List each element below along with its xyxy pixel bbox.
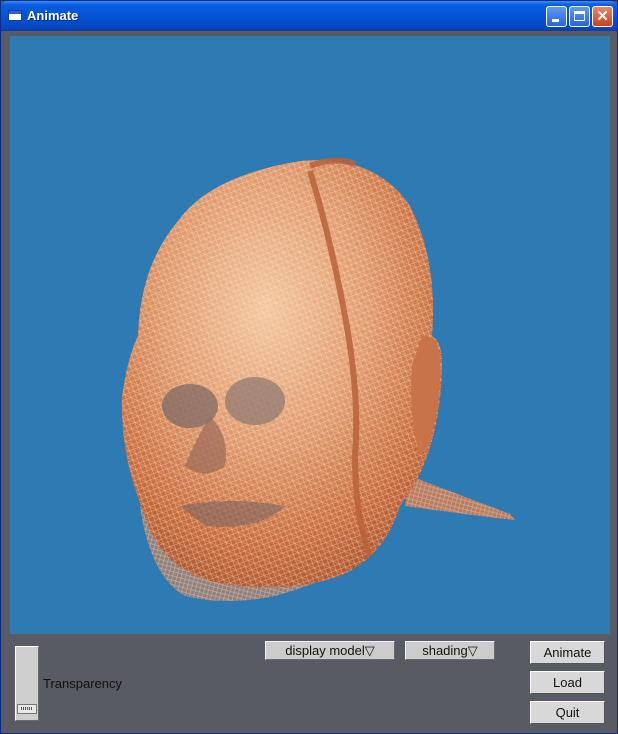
shading-dropdown[interactable]: shading▽ (405, 641, 495, 660)
display-model-dropdown[interactable]: display model▽ (265, 641, 395, 660)
animate-button[interactable]: Animate (530, 641, 605, 664)
close-icon: ✕ (596, 8, 609, 25)
window-title: Animate (27, 8, 79, 23)
transparency-slider[interactable] (15, 646, 39, 721)
shading-label: shading (422, 643, 468, 658)
title-bar[interactable]: Animate ✕ (1, 1, 617, 31)
load-button[interactable]: Load (530, 671, 605, 694)
minimize-button[interactable] (546, 6, 567, 27)
minimize-icon (552, 19, 559, 22)
right-eye-socket (225, 377, 285, 425)
chevron-down-icon: ▽ (364, 643, 375, 658)
app-window: Animate ✕ Transparency display model▽ sh… (0, 0, 618, 734)
head-model-render (121, 157, 515, 601)
maximize-button[interactable] (569, 6, 590, 27)
transparency-label: Transparency (43, 676, 122, 691)
display-model-label: display model (285, 643, 365, 658)
render-viewport[interactable] (10, 36, 610, 634)
close-button[interactable]: ✕ (592, 6, 613, 27)
slider-thumb[interactable] (17, 704, 37, 714)
window-icon (8, 10, 22, 21)
chevron-down-icon: ▽ (467, 643, 478, 658)
maximize-icon (574, 11, 585, 21)
quit-button[interactable]: Quit (530, 701, 605, 724)
